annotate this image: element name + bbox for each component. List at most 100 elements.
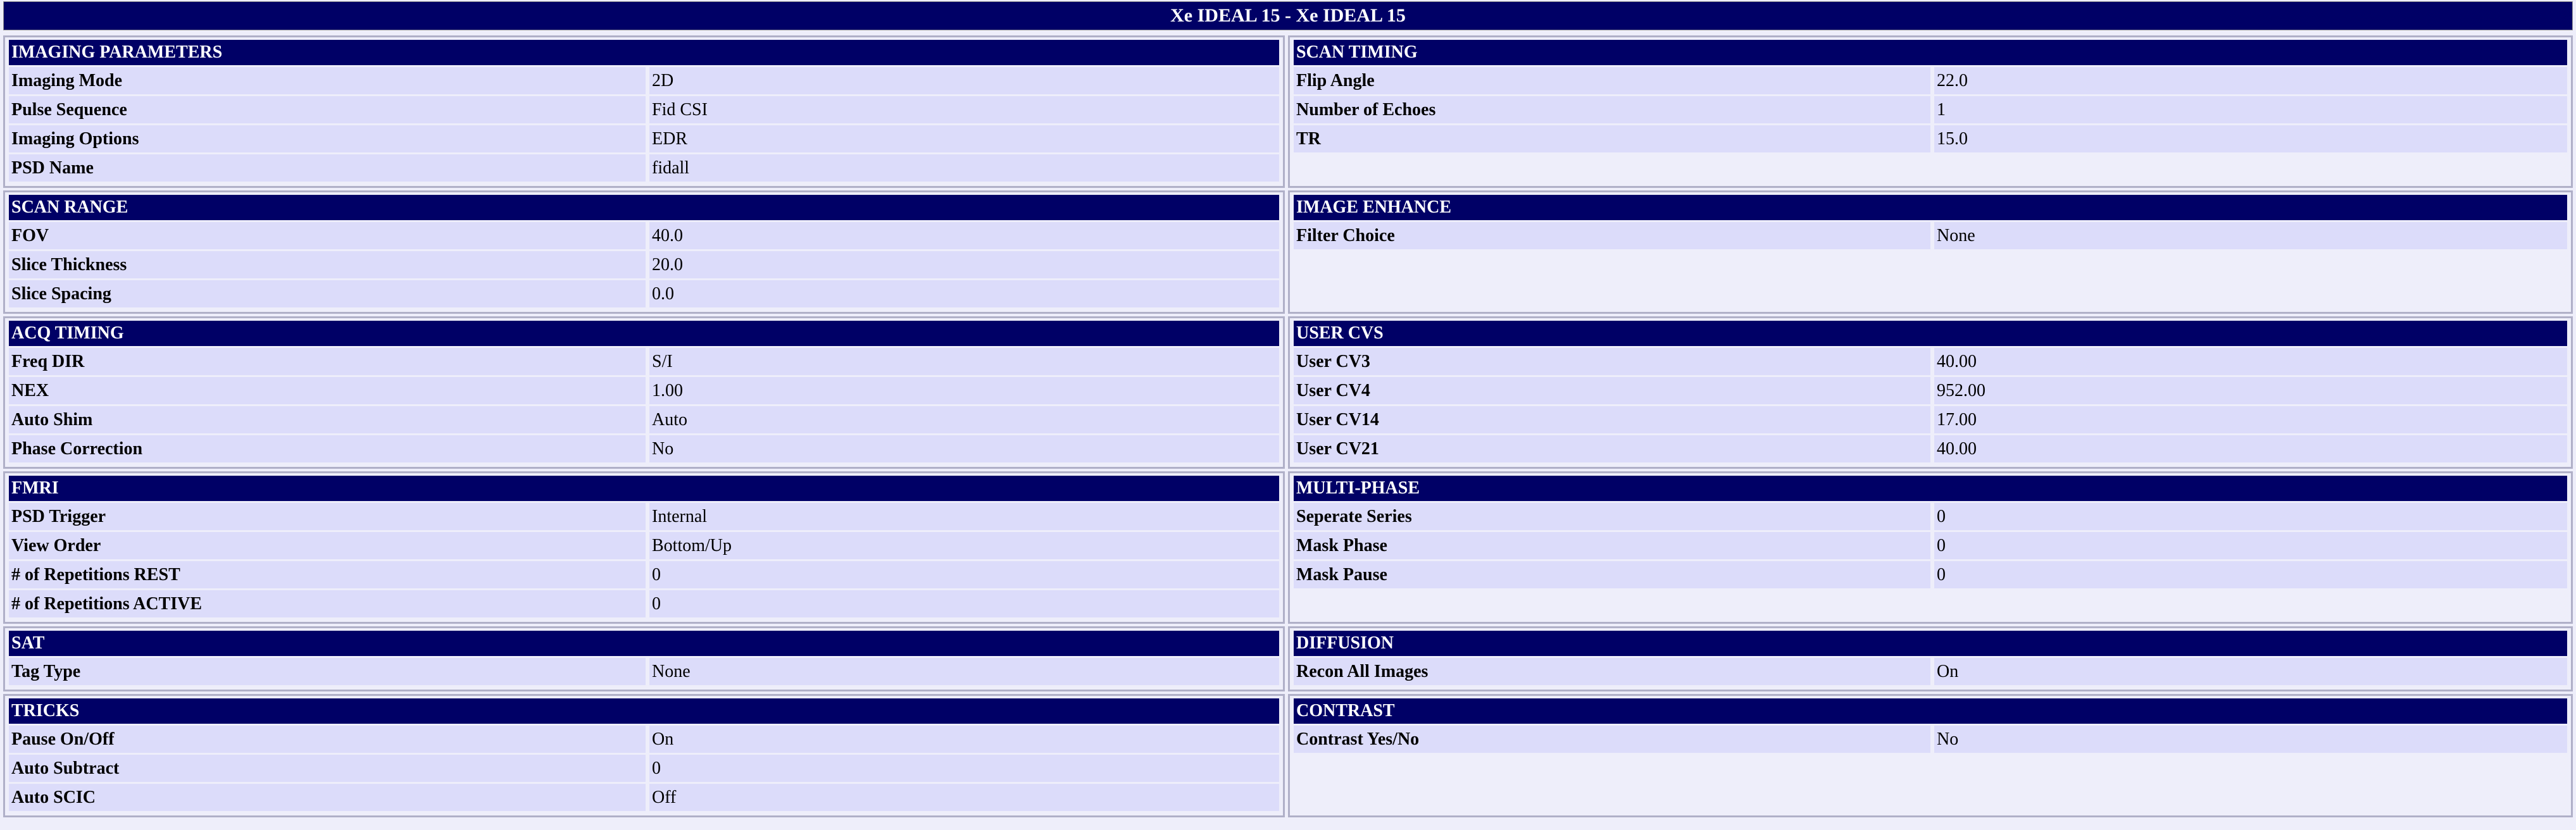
parameter-label: User CV21 [1294,435,1930,462]
parameter-value: 0 [649,590,1279,617]
parameter-row: Tag Type None [9,658,1279,685]
parameter-row: Pause On/Off On [9,726,1279,753]
parameter-value: S/I [649,348,1279,375]
section-scan-range: SCAN RANGE FOV 40.0 Slice Thickness 20.0 Slic… [3,190,1285,314]
page-title: Xe IDEAL 15 - Xe IDEAL 15 [3,1,2573,30]
parameter-value: Auto [649,406,1279,433]
parameter-value: None [1934,222,2567,249]
section-contrast: CONTRAST Contrast Yes/No No [1288,694,2573,817]
parameter-value: Bottom/Up [649,532,1279,559]
parameter-value: None [649,658,1279,685]
parameter-value: 0 [649,561,1279,588]
parameter-row: Imaging Options EDR [9,125,1279,152]
parameter-row: Recon All Images On [1294,658,2567,685]
parameter-row: Phase Correction No [9,435,1279,462]
parameter-label: Filter Choice [1294,222,1930,249]
parameter-value: On [649,726,1279,753]
parameter-row: Contrast Yes/No No [1294,726,2567,753]
parameter-row: # of Repetitions REST 0 [9,561,1279,588]
parameter-label: Auto Shim [9,406,646,433]
parameter-value: 40.0 [649,222,1279,249]
parameter-row: Auto Shim Auto [9,406,1279,433]
protocol-page: Xe IDEAL 15 - Xe IDEAL 15 IMAGING PARAME… [0,1,2576,830]
parameter-row: Auto Subtract 0 [9,755,1279,782]
parameter-grid: IMAGING PARAMETERS Imaging Mode 2D Pulse Se… [3,35,2573,820]
parameter-row: Freq DIR S/I [9,348,1279,375]
section-user-cvs: USER CVS User CV3 40.00 User CV4 952.00 User … [1288,316,2573,469]
section-sat: SAT Tag Type None [3,626,1285,691]
parameter-label: Seperate Series [1294,503,1930,530]
parameter-value: Internal [649,503,1279,530]
parameter-value: 40.00 [1934,348,2567,375]
parameter-row: User CV3 40.00 [1294,348,2567,375]
parameter-value: No [1934,726,2567,753]
parameter-row: Seperate Series 0 [1294,503,2567,530]
parameter-value: Fid CSI [649,96,1279,123]
parameter-row: Auto SCIC Off [9,784,1279,811]
section-imaging-parameters: IMAGING PARAMETERS Imaging Mode 2D Pulse Se… [3,35,1285,188]
parameter-label: Pulse Sequence [9,96,646,123]
parameter-value: Off [649,784,1279,811]
parameter-row: View Order Bottom/Up [9,532,1279,559]
parameter-row: PSD Trigger Internal [9,503,1279,530]
parameter-row: Number of Echoes 1 [1294,96,2567,123]
parameter-row: Filter Choice None [1294,222,2567,249]
parameter-label: User CV14 [1294,406,1930,433]
section-header: IMAGE ENHANCE [1294,195,2567,220]
section-header: IMAGING PARAMETERS [9,40,1279,65]
section-header: SCAN TIMING [1294,40,2567,65]
parameter-value: 0 [1934,532,2567,559]
parameter-label: TR [1294,125,1930,152]
parameter-value: 0 [649,755,1279,782]
parameter-row: FOV 40.0 [9,222,1279,249]
parameter-label: Number of Echoes [1294,96,1930,123]
section-scan-timing: SCAN TIMING Flip Angle 22.0 Number of Echoe… [1288,35,2573,188]
section-header: SCAN RANGE [9,195,1279,220]
parameter-row: User CV4 952.00 [1294,377,2567,404]
parameter-value: 1.00 [649,377,1279,404]
parameter-label: Imaging Options [9,125,646,152]
parameter-value: 0 [1934,503,2567,530]
parameter-label: Auto Subtract [9,755,646,782]
parameter-label: Slice Thickness [9,251,646,278]
parameter-label: User CV3 [1294,348,1930,375]
parameter-value: On [1934,658,2567,685]
section-header: USER CVS [1294,321,2567,346]
section-multi-phase: MULTI-PHASE Seperate Series 0 Mask Phase 0 Ma… [1288,471,2573,624]
parameter-value: 17.00 [1934,406,2567,433]
parameter-label: Tag Type [9,658,646,685]
section-image-enhance: IMAGE ENHANCE Filter Choice None [1288,190,2573,314]
parameter-row: Mask Pause 0 [1294,561,2567,588]
parameter-row: User CV21 40.00 [1294,435,2567,462]
parameter-value: 15.0 [1934,125,2567,152]
parameter-value: 0.0 [649,280,1279,307]
section-header: TRICKS [9,698,1279,724]
parameter-label: Contrast Yes/No [1294,726,1930,753]
parameter-value: EDR [649,125,1279,152]
parameter-row: TR 15.0 [1294,125,2567,152]
parameter-value: fidall [649,154,1279,182]
parameter-label: PSD Name [9,154,646,182]
parameter-row: Pulse Sequence Fid CSI [9,96,1279,123]
parameter-row: Flip Angle 22.0 [1294,67,2567,94]
parameter-label: Slice Spacing [9,280,646,307]
parameter-label: View Order [9,532,646,559]
parameter-label: Phase Correction [9,435,646,462]
section-header: DIFFUSION [1294,631,2567,656]
section-diffusion: DIFFUSION Recon All Images On [1288,626,2573,691]
parameter-label: Mask Phase [1294,532,1930,559]
parameter-label: User CV4 [1294,377,1930,404]
section-fmri: FMRI PSD Trigger Internal View Order Bottom/… [3,471,1285,624]
parameter-label: PSD Trigger [9,503,646,530]
parameter-value: 22.0 [1934,67,2567,94]
section-tricks: TRICKS Pause On/Off On Auto Subtract 0 Auto S… [3,694,1285,817]
parameter-value: 952.00 [1934,377,2567,404]
parameter-row: NEX 1.00 [9,377,1279,404]
section-header: FMRI [9,476,1279,501]
parameter-value: No [649,435,1279,462]
parameter-label: Freq DIR [9,348,646,375]
parameter-label: FOV [9,222,646,249]
parameter-value: 1 [1934,96,2567,123]
section-header: ACQ TIMING [9,321,1279,346]
parameter-row: PSD Name fidall [9,154,1279,182]
